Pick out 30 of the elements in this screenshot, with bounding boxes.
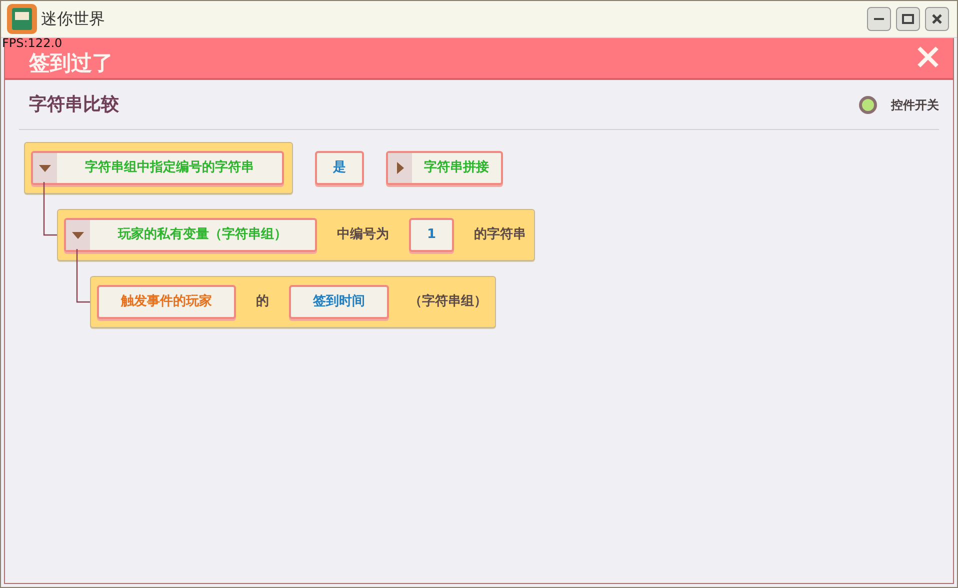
app-icon: [7, 4, 37, 34]
code-block[interactable]: 玩家的私有变量（字符串组） 中编号为 1 的字符串: [57, 209, 536, 261]
code-block[interactable]: 字符串组中指定编号的字符串: [24, 142, 293, 194]
window-title: 迷你世界: [41, 8, 105, 30]
close-icon[interactable]: [930, 12, 944, 26]
dialog-title: 签到过了: [29, 51, 113, 75]
block-label: 中编号为: [337, 226, 389, 244]
code-block[interactable]: 触发事件的玩家 的 签到时间 （字符串组）: [90, 276, 496, 328]
connector-line: [76, 249, 90, 303]
control-toggle[interactable]: [859, 96, 877, 114]
block-label: （字符串组）: [409, 292, 487, 312]
connector-line: [43, 182, 57, 236]
value-slot[interactable]: 签到时间: [289, 285, 389, 319]
minimize-button[interactable]: [867, 7, 891, 31]
toggle-label: 控件开关: [891, 96, 939, 114]
dropdown-caret-icon[interactable]: [33, 153, 57, 183]
value-slot[interactable]: 触发事件的玩家: [97, 285, 236, 319]
expander-slot[interactable]: 字符串拼接: [386, 151, 503, 185]
dropdown-slot[interactable]: 字符串组中指定编号的字符串: [31, 151, 284, 185]
value-input[interactable]: 1: [409, 218, 454, 252]
maximize-icon[interactable]: [901, 12, 915, 26]
section-title: 字符串比较: [29, 93, 119, 117]
dropdown-caret-icon[interactable]: [66, 220, 90, 250]
maximize-button[interactable]: [896, 7, 920, 31]
block-label: 的字符串: [474, 226, 526, 244]
close-button[interactable]: [925, 7, 949, 31]
block-label: 的: [256, 293, 269, 312]
dropdown-slot[interactable]: 玩家的私有变量（字符串组）: [64, 218, 317, 252]
fps-counter: FPS:122.0: [2, 36, 62, 50]
value-input[interactable]: 是: [315, 151, 364, 185]
